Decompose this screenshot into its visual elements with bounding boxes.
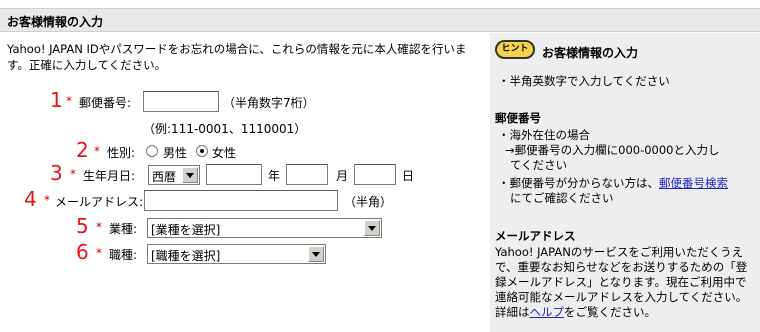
gender-male-radio[interactable]: [146, 145, 158, 157]
intro-line-2: す。正確に入力してください。: [7, 58, 167, 72]
help-link[interactable]: ヘルプ: [530, 305, 565, 319]
day-unit: 日: [402, 169, 415, 183]
month-unit: 月: [336, 169, 349, 183]
postal-example: （例:111-0001、1110001）: [143, 122, 307, 136]
birth-month-input[interactable]: [286, 164, 328, 185]
chevron-down-icon[interactable]: [364, 220, 380, 236]
hint-icon: ヒント: [495, 40, 535, 59]
sidebar-bullet: ・半角英数字で入力してください: [498, 74, 670, 88]
era-select-value: 西暦: [152, 170, 177, 184]
email-hint-text: をご覧ください。: [564, 305, 656, 319]
industry-select[interactable]: [業種を選択]: [147, 218, 382, 238]
year-unit: 年: [268, 169, 281, 183]
industry-row: 5 * 業種: [業種を選択]: [0, 214, 490, 239]
chevron-down-icon[interactable]: [182, 167, 198, 183]
section-title: お客様情報の入力: [7, 15, 104, 29]
postal-row: 1 * 郵便番号: （半角数字7桁）: [0, 88, 490, 113]
postal-input[interactable]: [143, 91, 219, 112]
occupation-label: 職種:: [109, 248, 138, 262]
required-mark: *: [96, 246, 102, 260]
occupation-select[interactable]: [職種を選択]: [147, 244, 326, 264]
gender-female-radio[interactable]: [196, 145, 208, 157]
required-mark: *: [96, 220, 102, 234]
required-mark: *: [44, 193, 50, 207]
postal-note: （半角数字7桁）: [223, 96, 315, 110]
hint-sidebar: ヒント お客様情報の入力 ・半角英数字で入力してください 郵便番号 ・海外在住の…: [490, 33, 760, 332]
step-number-4: 4: [24, 187, 37, 211]
required-mark: *: [94, 144, 100, 158]
industry-label: 業種:: [109, 222, 138, 236]
email-hint-line: 連絡可能なメールアドレスを入力してください。: [495, 290, 748, 304]
intro-line-1: Yahoo! JAPAN IDやパスワードをお忘れの場合に、これらの情報を元に本…: [7, 42, 467, 56]
step-number-5: 5: [76, 214, 89, 238]
gender-row: 2 * 性別: 男性 女性: [0, 138, 490, 163]
birthday-row: 3 * 生年月日: 西暦 年 月 日: [0, 161, 490, 186]
chevron-down-icon[interactable]: [308, 246, 324, 262]
industry-select-value: [業種を選択]: [151, 223, 221, 237]
birthday-label: 生年月日:: [83, 169, 136, 183]
step-number-1: 1: [50, 88, 63, 112]
postal-hint-line: にてご確認ください: [510, 191, 614, 205]
email-hint-line: 録メールアドレス」となります。現在ご利用中で: [495, 275, 747, 289]
postal-hint-text: ・郵便番号が分からない方は、: [498, 176, 659, 190]
email-hint-line: で、重要なお知らせなどをお送りするための「登: [495, 260, 748, 274]
postal-search-link[interactable]: 郵便番号検索: [659, 176, 728, 190]
postal-hint-line: ・海外在住の場合: [498, 128, 590, 142]
step-number-2: 2: [76, 138, 89, 162]
postal-hint-line: ・郵便番号が分からない方は、郵便番号検索: [498, 176, 728, 191]
postal-label: 郵便番号:: [79, 96, 132, 110]
email-hint-text: 詳細は: [495, 305, 530, 319]
occupation-row: 6 * 職種: [職種を選択]: [0, 240, 490, 265]
required-mark: *: [66, 94, 72, 108]
gender-label: 性別:: [107, 146, 136, 160]
postal-hint-line: →郵便番号の入力欄に000-0000と入力し: [505, 143, 720, 157]
occupation-select-value: [職種を選択]: [151, 249, 221, 263]
form-area: Yahoo! JAPAN IDやパスワードをお忘れの場合に、これらの情報を元に本…: [0, 33, 490, 332]
era-select[interactable]: 西暦: [148, 165, 200, 185]
step-number-6: 6: [76, 240, 89, 264]
email-hint-line: Yahoo! JAPANのサービスをご利用いただくうえ: [495, 245, 744, 259]
required-mark: *: [70, 167, 76, 181]
section-header: お客様情報の入力: [0, 8, 760, 32]
step-number-3: 3: [50, 161, 63, 185]
intro-text: Yahoo! JAPAN IDやパスワードをお忘れの場合に、これらの情報を元に本…: [7, 41, 490, 73]
birth-day-input[interactable]: [354, 164, 396, 185]
email-hint-line: 詳細はヘルプをご覧ください。: [495, 305, 656, 320]
gender-female-label[interactable]: 女性: [212, 144, 236, 161]
email-input[interactable]: [144, 190, 338, 211]
postal-hint-line: てください: [510, 158, 568, 172]
sidebar-title: お客様情報の入力: [542, 46, 639, 60]
birth-year-input[interactable]: [206, 164, 262, 185]
email-label: メールアドレス:: [55, 195, 144, 209]
gender-male-label[interactable]: 男性: [163, 144, 187, 161]
email-row: 4 * メールアドレス: （半角）: [0, 187, 490, 212]
postal-hint-heading: 郵便番号: [495, 111, 541, 125]
email-note: （半角）: [344, 195, 393, 209]
email-hint-heading: メールアドレス: [495, 229, 576, 243]
